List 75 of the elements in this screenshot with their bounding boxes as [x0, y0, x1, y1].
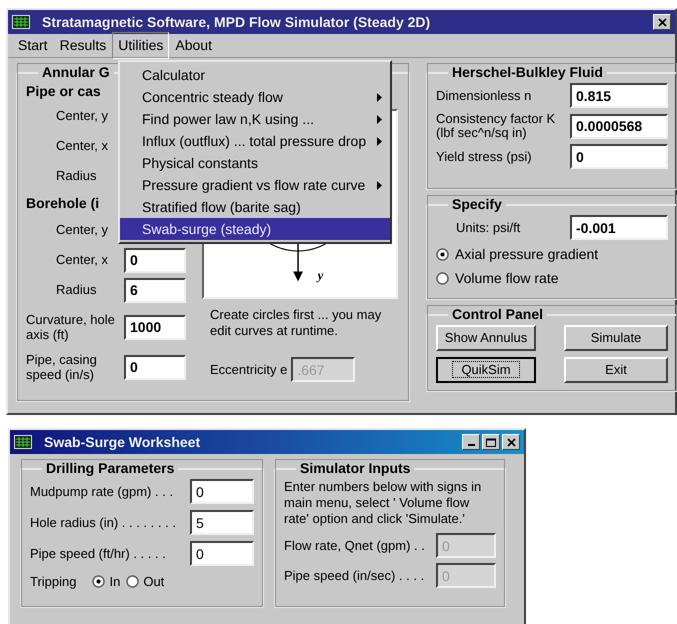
text-field[interactable]: 0 [124, 248, 186, 272]
radio-button[interactable] [436, 272, 449, 285]
close-icon [658, 18, 666, 26]
field-label: Units: psi/ft [455, 218, 520, 237]
group-title: Control Panel [451, 305, 544, 324]
field-label: Dimensionless n [436, 88, 532, 102]
text-field[interactable]: 0 [190, 479, 254, 504]
push-button[interactable]: Simulate [564, 325, 668, 351]
app-icon [12, 15, 30, 29]
field-label: Curvature, hole axis (ft) [26, 312, 116, 342]
field-label: Eccentricity e [210, 360, 288, 379]
option-label: Volume flow rate [455, 269, 558, 288]
minimize-button[interactable] [462, 434, 480, 450]
field-label: Flow rate, Qnet (gpm) . . [284, 536, 425, 555]
menu-item[interactable]: About [169, 32, 218, 59]
field-label: Mudpump rate (gpm) . . . [30, 482, 174, 501]
instruction-text: Enter numbers below with signs in main menu, select ' Volume flow rate' option and click 'Simulate.' [284, 479, 482, 527]
menu-entry[interactable]: Concentric steady flow [120, 86, 390, 108]
option-label: Out [143, 573, 164, 591]
field-label: Consistency factor K (lbf sec^n/sq in) [436, 112, 556, 140]
text-field[interactable]: 1000 [124, 314, 186, 340]
group-title: Annular G [41, 63, 111, 82]
group-title: Specify [451, 195, 503, 214]
field-label: Pipe, casing speed (in/s) [26, 352, 98, 382]
submenu-arrow-icon [377, 114, 382, 124]
window-title: Swab-Surge Worksheet [44, 432, 200, 452]
text-field[interactable]: 0.815 [570, 83, 668, 108]
field-label: Center, x [55, 137, 110, 156]
text-field[interactable]: 5 [190, 510, 254, 535]
close-icon [506, 438, 516, 446]
text-field[interactable]: 6 [124, 278, 186, 302]
text-field[interactable]: 0 [190, 541, 254, 566]
hint-text: Create circles first ... you may edit curves at runtime. [210, 307, 382, 339]
close-button[interactable] [653, 14, 671, 30]
submenu-arrow-icon [377, 92, 382, 102]
menu-entry[interactable]: Swab-surge (steady) [120, 218, 390, 240]
menu-item[interactable]: Start [12, 32, 54, 59]
text-field[interactable]: 0 [570, 144, 668, 169]
minimize-icon [468, 444, 474, 446]
field-label: Yield stress (psi) [436, 150, 533, 164]
maximize-button[interactable] [482, 434, 500, 450]
field-label: Tripping [30, 573, 76, 591]
menu-entry[interactable]: Calculator [120, 64, 390, 86]
group-title: Drilling Parameters [45, 459, 176, 478]
push-button[interactable]: Show Annulus [436, 325, 536, 351]
field-label: Center, y [55, 221, 110, 240]
field-label: Pipe speed (ft/hr) . . . . . [30, 544, 166, 563]
push-button[interactable]: Exit [564, 357, 668, 383]
app-icon [14, 435, 32, 449]
close-button[interactable] [502, 434, 520, 450]
group-title: Herschel-Bulkley Fluid [451, 63, 604, 82]
text-field[interactable]: 0 [124, 354, 186, 380]
radio-button[interactable] [436, 248, 449, 261]
push-button[interactable]: QuikSim [436, 357, 536, 383]
field-label: Center, y [55, 107, 110, 126]
maximize-icon [486, 438, 496, 446]
radio-button[interactable] [92, 575, 106, 588]
field-label: Hole radius (in) . . . . . . . . [30, 514, 176, 532]
group-title: Simulator Inputs [299, 459, 412, 478]
field-label: Center, x [55, 251, 110, 270]
window-title: Stratamagnetic Software, MPD Flow Simulator (Steady 2D) [42, 12, 430, 32]
field-label: Radius [55, 167, 98, 186]
submenu-arrow-icon [377, 136, 382, 146]
menu-item[interactable]: Results [54, 32, 112, 59]
field-label: Radius [55, 281, 98, 300]
option-label: Axial pressure gradient [455, 245, 598, 264]
option-label: In [109, 573, 120, 591]
section-heading: Pipe or cas [26, 82, 101, 101]
menu-item[interactable]: Utilities [112, 32, 170, 59]
text-field[interactable]: -0.001 [570, 215, 668, 240]
text-field[interactable]: 0.0000568 [570, 114, 668, 138]
section-heading: Borehole (i [26, 194, 100, 213]
radio-button[interactable] [126, 575, 140, 588]
field-label: Pipe speed (in/sec) . . . . [284, 566, 424, 585]
submenu-arrow-icon [377, 180, 382, 190]
